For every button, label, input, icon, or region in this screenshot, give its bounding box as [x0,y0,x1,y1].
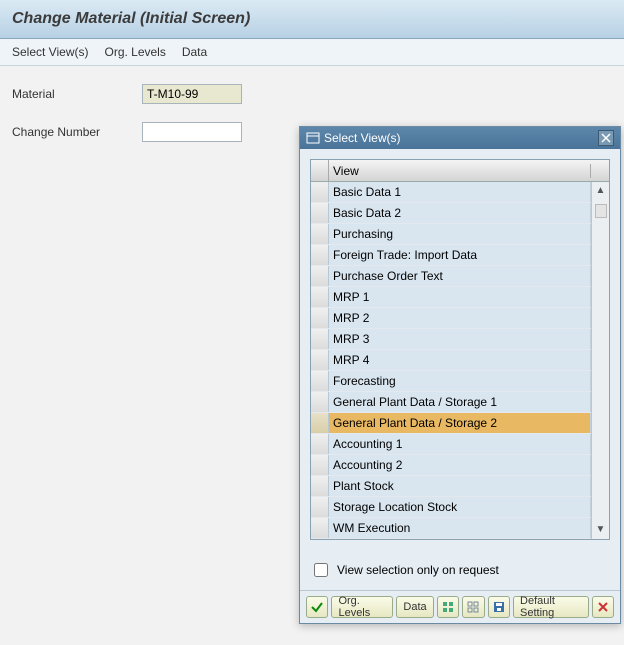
form-row-material: Material [12,84,612,104]
table-row[interactable]: Basic Data 1 [311,182,591,203]
save-icon [492,600,506,614]
row-view-label: General Plant Data / Storage 1 [329,392,591,412]
menu-data[interactable]: Data [182,45,207,59]
deselect-all-button[interactable] [462,596,484,618]
menu-bar: Select View(s) Org. Levels Data [0,39,624,66]
table-row[interactable]: Accounting 1 [311,434,591,455]
row-view-label: Foreign Trade: Import Data [329,245,591,265]
row-view-label: MRP 2 [329,308,591,328]
view-selection-only-checkbox[interactable] [314,563,328,577]
row-view-label: Purchasing [329,224,591,244]
row-select-cell[interactable] [311,455,329,475]
org-levels-button[interactable]: Org. Levels [331,596,393,618]
table-row[interactable]: Foreign Trade: Import Data [311,245,591,266]
material-label: Material [12,87,142,101]
row-select-cell[interactable] [311,476,329,496]
row-view-label: Storage Location Stock [329,497,591,517]
select-all-button[interactable] [437,596,459,618]
row-select-cell[interactable] [311,329,329,349]
row-view-label: General Plant Data / Storage 2 [329,413,591,433]
row-view-label: MRP 3 [329,329,591,349]
dialog-title: Select View(s) [324,131,598,145]
table-row[interactable]: General Plant Data / Storage 2 [311,413,591,434]
vertical-scrollbar[interactable]: ▲ ▼ [591,182,609,539]
cancel-button[interactable] [592,596,614,618]
row-view-label: Plant Stock [329,476,591,496]
row-view-label: MRP 4 [329,350,591,370]
check-icon [310,600,324,614]
row-view-label: Accounting 1 [329,434,591,454]
dialog-icon [306,131,320,145]
ok-button[interactable] [306,596,328,618]
table-row[interactable]: Plant Stock [311,476,591,497]
row-select-cell[interactable] [311,371,329,391]
table-row[interactable]: MRP 3 [311,329,591,350]
table-row[interactable]: MRP 1 [311,287,591,308]
row-select-cell[interactable] [311,413,329,433]
view-selection-only-row: View selection only on request [310,560,610,580]
row-select-cell[interactable] [311,350,329,370]
save-button[interactable] [488,596,510,618]
row-select-cell[interactable] [311,308,329,328]
row-view-label: Basic Data 1 [329,182,591,202]
scroll-up-icon[interactable]: ▲ [594,184,608,198]
close-icon[interactable] [598,130,614,146]
table-row[interactable]: MRP 2 [311,308,591,329]
scroll-thumb[interactable] [595,204,607,218]
select-views-dialog: Select View(s) View Basic Data 1Basic Da… [299,126,621,624]
table-row[interactable]: Purchase Order Text [311,266,591,287]
table-row[interactable]: General Plant Data / Storage 1 [311,392,591,413]
table-row[interactable]: WM Execution [311,518,591,539]
select-all-icon [441,600,455,614]
change-number-label: Change Number [12,125,142,139]
row-select-cell[interactable] [311,203,329,223]
dialog-titlebar: Select View(s) [300,127,620,149]
dialog-body: View Basic Data 1Basic Data 2PurchasingF… [300,149,620,590]
table-row[interactable]: Purchasing [311,224,591,245]
row-select-cell[interactable] [311,266,329,286]
cancel-icon [596,600,610,614]
row-view-label: Forecasting [329,371,591,391]
header-view-col[interactable]: View [329,164,591,178]
row-select-cell[interactable] [311,224,329,244]
table-row[interactable]: Forecasting [311,371,591,392]
view-selection-only-label: View selection only on request [337,563,499,577]
view-rows: Basic Data 1Basic Data 2PurchasingForeig… [311,182,609,539]
header-sel-col[interactable] [311,160,329,181]
view-table: View Basic Data 1Basic Data 2PurchasingF… [310,159,610,540]
table-row[interactable]: Accounting 2 [311,455,591,476]
row-select-cell[interactable] [311,392,329,412]
row-view-label: Basic Data 2 [329,203,591,223]
table-row[interactable]: MRP 4 [311,350,591,371]
row-view-label: Accounting 2 [329,455,591,475]
row-view-label: MRP 1 [329,287,591,307]
table-row[interactable]: Basic Data 2 [311,203,591,224]
row-select-cell[interactable] [311,287,329,307]
page-title: Change Material (Initial Screen) [12,10,612,28]
default-setting-button[interactable]: Default Setting [513,596,589,618]
material-field[interactable] [142,84,242,104]
row-view-label: Purchase Order Text [329,266,591,286]
row-select-cell[interactable] [311,245,329,265]
dialog-footer: Org. Levels Data Default Setting [300,590,620,623]
row-select-cell[interactable] [311,182,329,202]
table-row[interactable]: Storage Location Stock [311,497,591,518]
header-scroll-col [591,160,609,181]
change-number-field[interactable] [142,122,242,142]
data-button[interactable]: Data [396,596,433,618]
view-table-header: View [311,160,609,182]
scroll-down-icon[interactable]: ▼ [594,523,608,537]
row-select-cell[interactable] [311,434,329,454]
row-view-label: WM Execution [329,518,591,538]
row-select-cell[interactable] [311,518,329,538]
deselect-all-icon [466,600,480,614]
menu-select-views[interactable]: Select View(s) [12,45,88,59]
row-select-cell[interactable] [311,497,329,517]
menu-org-levels[interactable]: Org. Levels [104,45,165,59]
title-bar: Change Material (Initial Screen) [0,0,624,39]
